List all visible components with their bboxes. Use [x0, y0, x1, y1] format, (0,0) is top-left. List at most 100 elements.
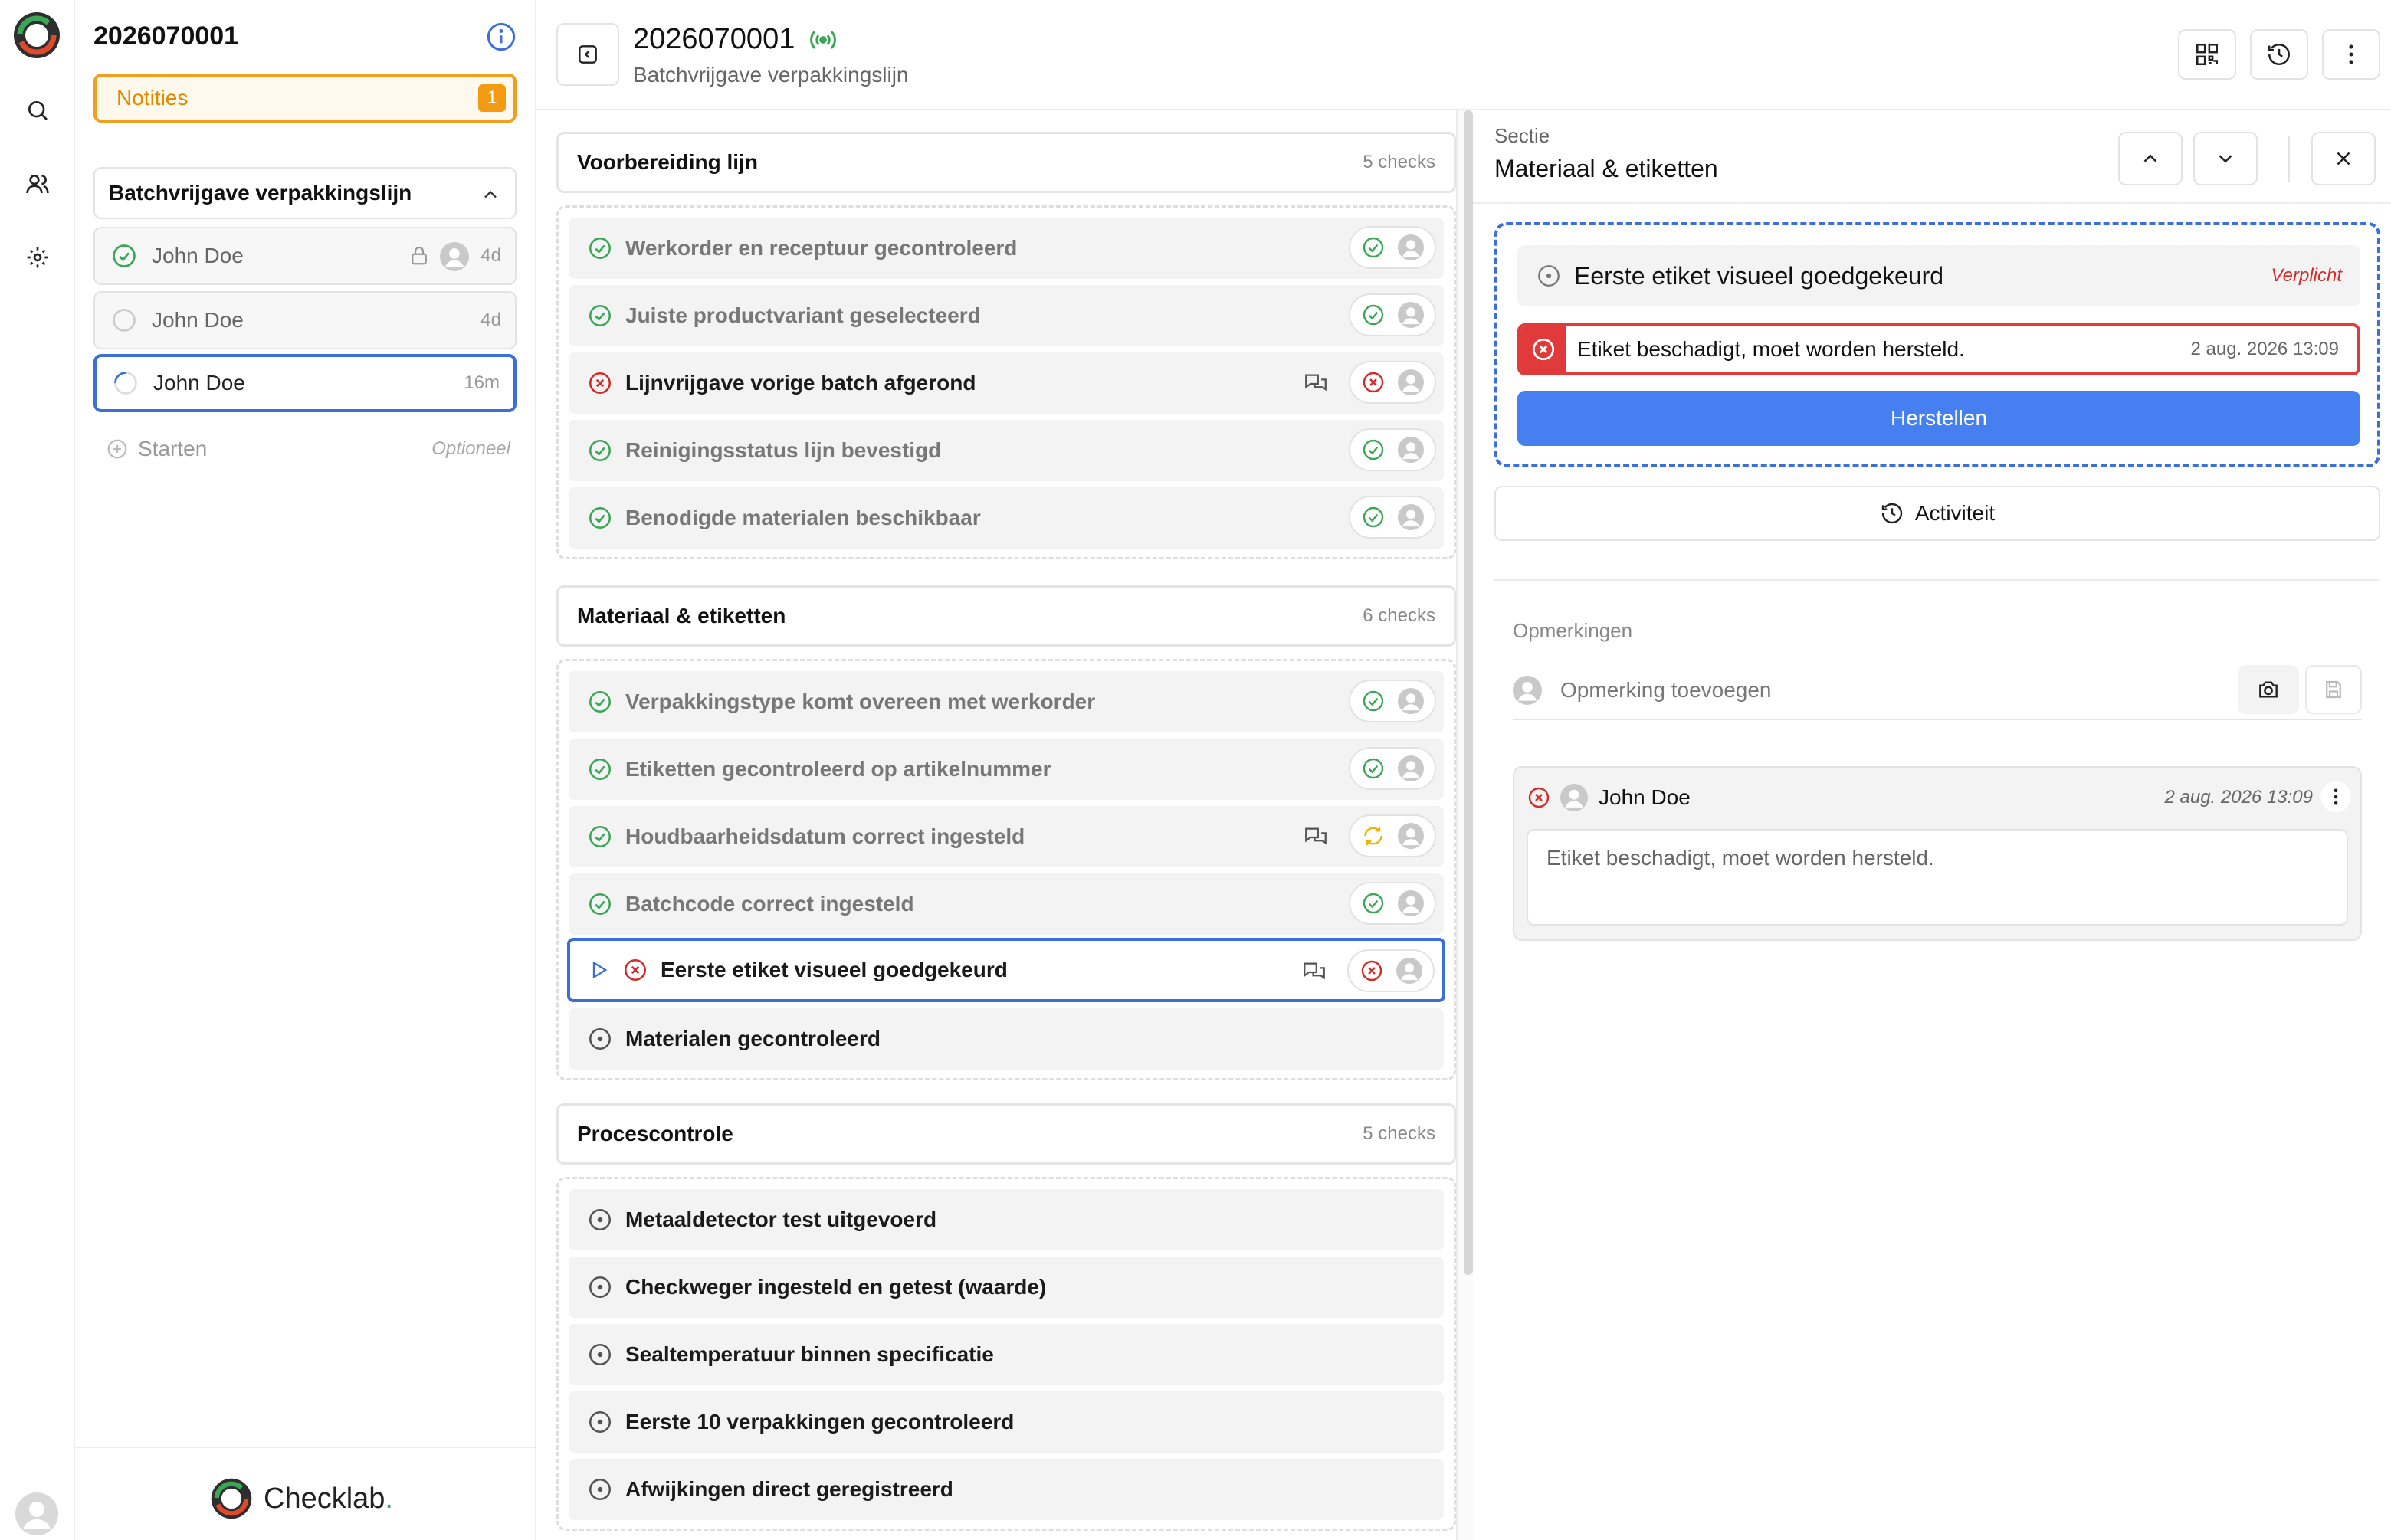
check-item[interactable]: Werkorder en receptuur gecontroleerd [569, 218, 1444, 279]
scrollbar[interactable] [1464, 110, 1473, 1275]
check-circle-icon [1363, 893, 1384, 914]
check-label: Etiketten gecontroleerd op artikelnummer [625, 757, 1051, 781]
check-label: Werkorder en receptuur gecontroleerd [625, 236, 1018, 260]
check-item[interactable]: Metaaldetector test uitgevoerd [569, 1189, 1444, 1250]
status-pill[interactable] [1349, 882, 1436, 925]
next-section-button[interactable] [2193, 132, 2258, 185]
section-header[interactable]: Materiaal & etiketten 6 checks [556, 585, 1456, 647]
check-item[interactable]: Batchcode correct ingesteld [569, 873, 1444, 935]
x-circle-icon [1361, 960, 1382, 981]
check-item[interactable]: Materialen gecontroleerd [569, 1008, 1444, 1070]
status-pill[interactable] [1349, 680, 1436, 722]
history-button[interactable] [2250, 29, 2308, 80]
check-item[interactable]: Etiketten gecontroleerd op artikelnummer [569, 739, 1444, 800]
save-remark-button[interactable] [2305, 665, 2362, 714]
close-panel-button[interactable] [2311, 132, 2376, 185]
in-progress-spinner-icon [112, 369, 139, 397]
check-item-selected[interactable]: Eerste etiket visueel goedgekeurd [567, 938, 1445, 1002]
check-circle-icon [1363, 304, 1384, 326]
remark-input[interactable]: Opmerking toevoegen [1513, 662, 2362, 720]
check-item[interactable]: Juiste productvariant geselecteerd [569, 285, 1444, 346]
required-label: Verplicht [2271, 265, 2342, 286]
camera-button[interactable] [2238, 665, 2299, 714]
check-item[interactable]: Sealtemperatuur binnen specificatie [569, 1324, 1444, 1385]
section-header[interactable]: Procescontrole 5 checks [556, 1103, 1456, 1165]
save-icon [2326, 680, 2341, 699]
section-title: Procescontrole [577, 1122, 733, 1145]
repair-button[interactable]: Herstellen [1517, 391, 2360, 446]
notes-button[interactable]: Notities 1 [93, 74, 517, 123]
check-circle-icon [1363, 439, 1384, 460]
start-run-button[interactable]: Starten Optioneel [106, 434, 517, 464]
search-icon[interactable] [22, 95, 53, 126]
run-age: 16m [464, 372, 500, 393]
check-item[interactable]: Verpakkingstype komt overeen met werkord… [569, 671, 1444, 732]
history-icon [1881, 503, 1903, 524]
check-item[interactable]: Reinigingsstatus lijn bevestigd [569, 420, 1444, 481]
run-item[interactable]: John Doe 4d [93, 291, 517, 349]
status-pill[interactable] [1349, 428, 1436, 471]
status-pill[interactable] [1349, 496, 1436, 539]
nav-rail [0, 0, 75, 1540]
page-title: 2026070001 [633, 23, 795, 55]
check-item[interactable]: Eerste 10 verpakkingen gecontroleerd [569, 1391, 1444, 1453]
check-circle-icon [587, 235, 613, 261]
retry-icon [1364, 827, 1382, 845]
section-header[interactable]: Voorbereiding lijn 5 checks [556, 132, 1456, 193]
active-check-title: Eerste etiket visueel goedgekeurd [1574, 261, 1944, 290]
check-label: Houdbaarheidsdatum correct ingesteld [625, 824, 1025, 848]
activity-label: Activiteit [1914, 501, 1996, 525]
status-pill[interactable] [1349, 226, 1436, 269]
check-item[interactable]: Houdbaarheidsdatum correct ingesteld [569, 806, 1444, 867]
divider [2288, 136, 2290, 182]
check-label: Eerste 10 verpakkingen gecontroleerd [625, 1410, 1015, 1434]
brand-logo-icon [211, 1478, 252, 1519]
check-item[interactable]: Lijnvrijgave vorige batch afgerond [569, 352, 1444, 414]
qr-code-button[interactable] [2178, 29, 2236, 80]
live-signal-icon [808, 25, 838, 55]
page-subtitle: Batchvrijgave verpakkingslijn [633, 63, 909, 87]
activity-button[interactable]: Activiteit [1494, 486, 2380, 541]
check-item[interactable]: Afwijkingen direct geregistreerd [569, 1459, 1444, 1520]
section-count: 5 checks [1363, 152, 1435, 172]
open-circle-icon [1538, 265, 1560, 287]
run-item[interactable]: John Doe 4d [93, 227, 517, 285]
avatar-icon [1396, 958, 1422, 984]
info-icon[interactable] [486, 21, 517, 52]
status-pill[interactable] [1349, 814, 1436, 857]
status-pill[interactable] [1349, 361, 1436, 404]
avatar-icon [1398, 688, 1424, 714]
app-logo-icon[interactable] [12, 11, 61, 60]
open-circle-icon [587, 1409, 613, 1435]
checklist-group-header[interactable]: Batchvrijgave verpakkingslijn [93, 167, 517, 219]
run-item-active[interactable]: John Doe 16m [93, 354, 517, 412]
more-vertical-icon [2349, 44, 2353, 64]
comments-icon[interactable] [1301, 959, 1327, 985]
empty-circle-icon [110, 306, 138, 334]
comment-more-button[interactable] [2320, 781, 2351, 812]
check-item[interactable]: Benodigde materialen beschikbaar [569, 487, 1444, 549]
notes-label: Notities [116, 86, 189, 110]
chevron-up-icon[interactable] [480, 184, 501, 205]
check-circle-icon [587, 891, 613, 917]
check-label: Lijnvrijgave vorige batch afgerond [625, 371, 976, 395]
check-label: Metaaldetector test uitgevoerd [625, 1207, 937, 1231]
status-pill[interactable] [1349, 747, 1436, 790]
settings-gear-icon[interactable] [22, 242, 53, 273]
status-pill[interactable] [1349, 293, 1436, 336]
users-icon[interactable] [22, 169, 53, 199]
status-pill[interactable] [1347, 949, 1435, 992]
collapse-sidebar-button[interactable] [556, 23, 619, 86]
plus-circle-icon [107, 439, 127, 459]
comments-icon[interactable] [1303, 371, 1329, 397]
chevron-down-icon [2219, 155, 2232, 163]
more-options-button[interactable] [2322, 29, 2380, 80]
check-label: Afwijkingen direct geregistreerd [625, 1477, 953, 1501]
comments-icon[interactable] [1303, 824, 1329, 850]
user-avatar[interactable] [15, 1492, 58, 1535]
previous-section-button[interactable] [2118, 132, 2183, 185]
avatar-icon [1398, 890, 1424, 916]
check-item[interactable]: Checkweger ingesteld en getest (waarde) [569, 1257, 1444, 1318]
check-circle-icon [1363, 758, 1384, 779]
check-circle-icon [110, 242, 138, 270]
